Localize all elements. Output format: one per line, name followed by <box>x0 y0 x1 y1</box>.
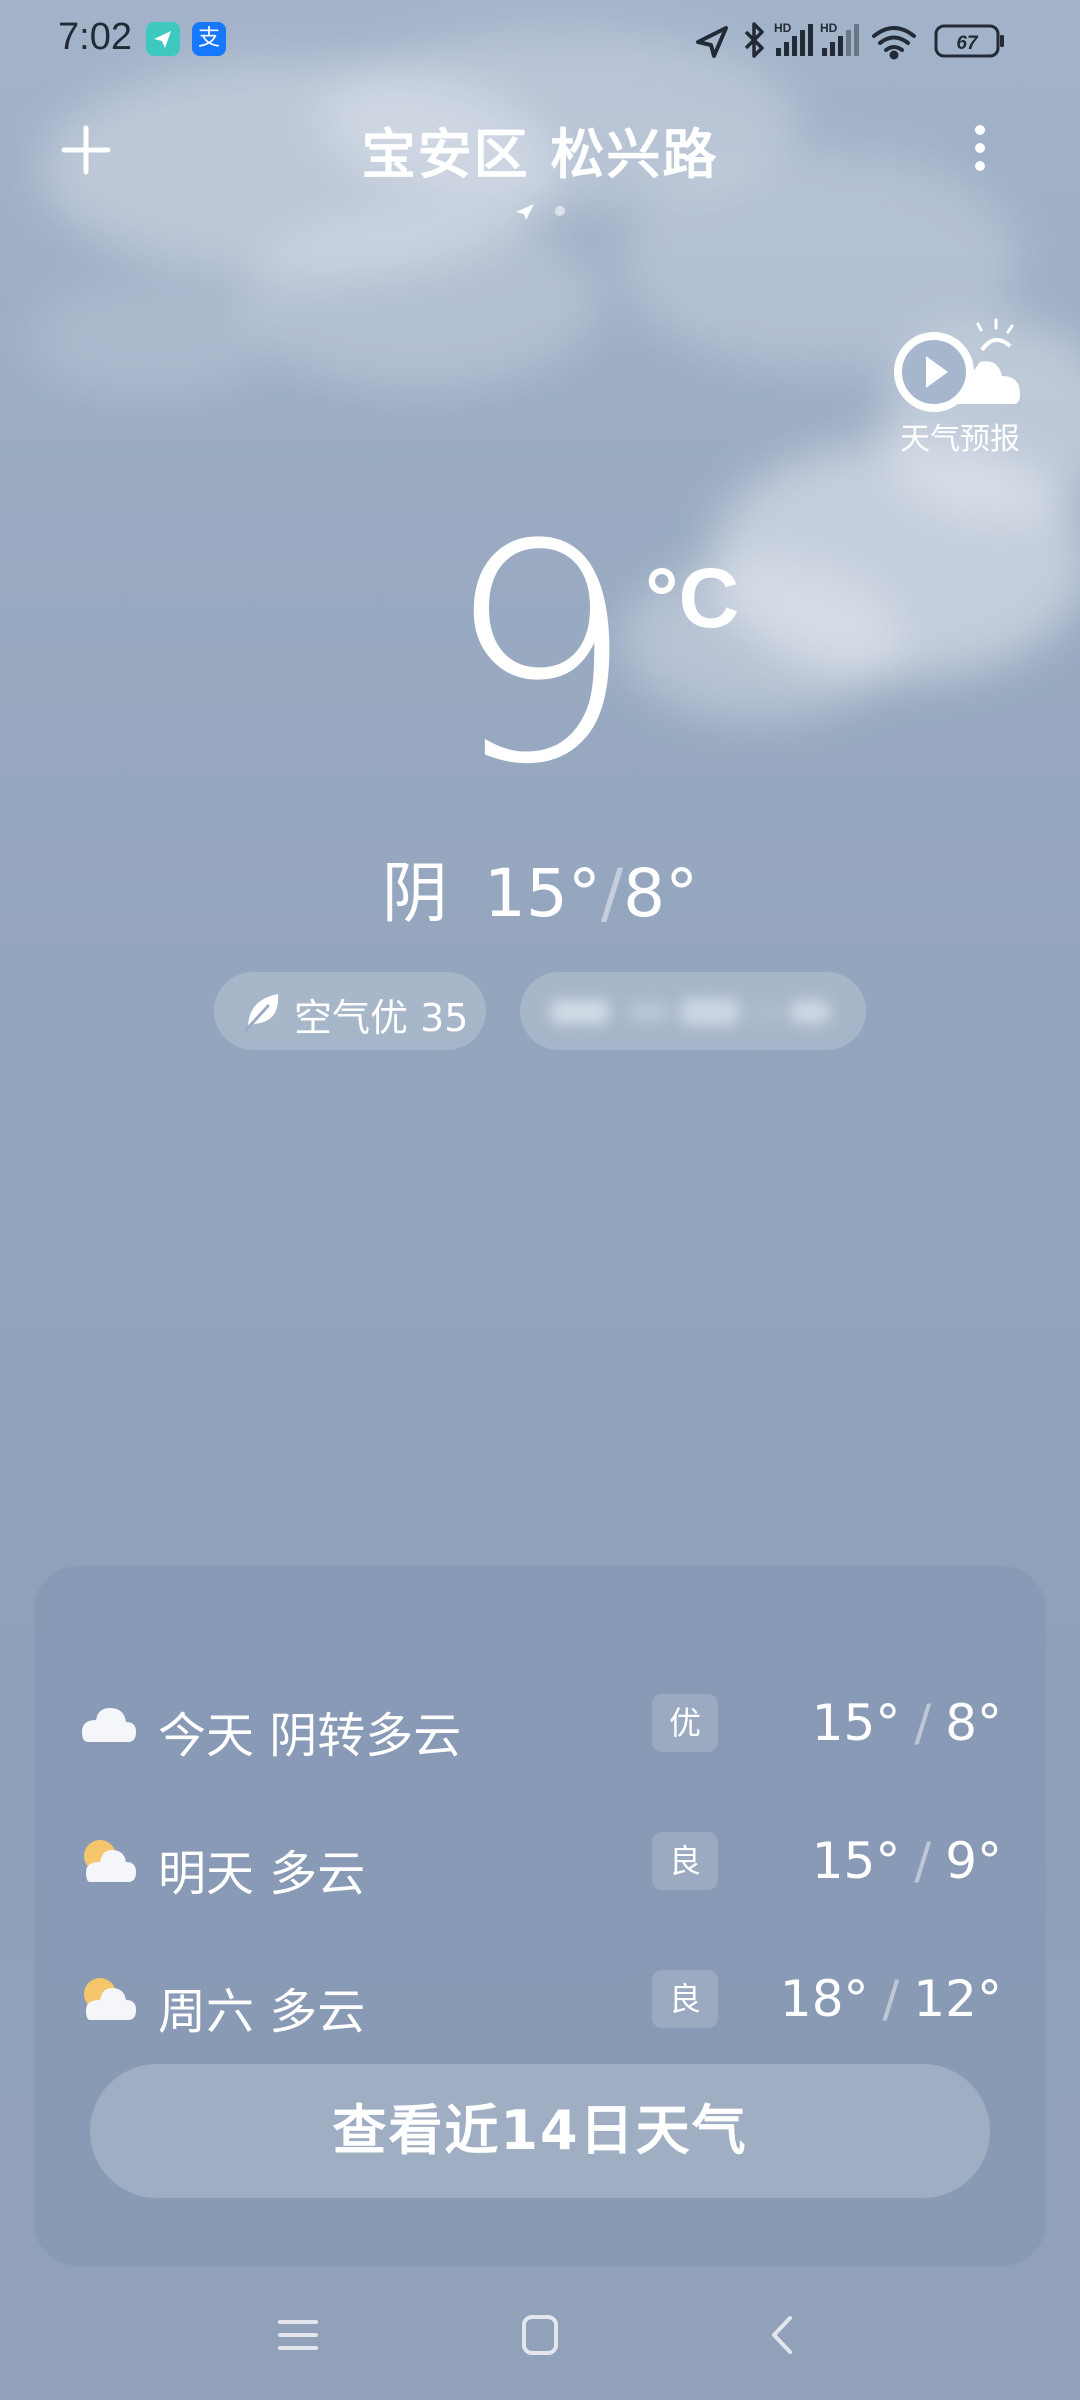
temp-separator: / <box>600 855 624 932</box>
temperature-unit: °C <box>645 551 740 645</box>
svg-text:67: 67 <box>956 33 979 54</box>
forecast-row-tomorrow[interactable]: 明天 多云 良 15°/9° <box>34 1812 1046 1912</box>
signal-icon-2: HD <box>820 21 859 56</box>
nav-home-button[interactable] <box>510 2310 570 2360</box>
cloudy-icon <box>82 1708 136 1742</box>
location-title[interactable]: 宝安区 松兴路 <box>0 110 1080 189</box>
forecast-card: 今天 阴转多云 优 15°/8° 明天 多云 良 15°/9° 周六 多云 良 … <box>34 1566 1046 2266</box>
status-bar: 7:02 支 HD HD 67 <box>0 0 1080 84</box>
navigation-bar <box>0 2290 1080 2380</box>
more-options-button[interactable] <box>962 118 998 178</box>
blurred-content <box>550 998 830 1026</box>
day-temps: 15°/9° <box>812 1832 1002 1890</box>
day-high: 15° <box>811 1694 901 1752</box>
page-dot <box>555 206 565 216</box>
today-low: 8° <box>623 855 699 932</box>
forecast-row-saturday[interactable]: 周六 多云 良 18°/12° <box>34 1950 1046 2050</box>
alipay-icon: 支 <box>192 22 226 56</box>
status-time: 7:02 <box>58 16 132 58</box>
weather-forecast-video-button[interactable]: 天气预报 <box>890 316 1030 457</box>
day-label: 周六 多云 <box>158 1984 366 2040</box>
air-quality-text: 空气优 35 <box>294 996 469 1040</box>
temp-slash: / <box>914 1694 932 1752</box>
partly-cloudy-icon <box>84 1840 136 1882</box>
day-low: 12° <box>913 1970 1002 2028</box>
play-cloud-icon <box>894 318 1020 412</box>
svg-text:HD: HD <box>820 21 838 35</box>
day-low: 9° <box>945 1832 1002 1890</box>
status-icons: HD HD 67 <box>690 18 1050 64</box>
current-location-dot-icon <box>516 204 534 220</box>
aqi-badge: 优 <box>652 1694 718 1752</box>
more-vertical-icon <box>975 125 985 171</box>
day-label: 今天 阴转多云 <box>158 1708 462 1764</box>
air-quality-chip[interactable]: 空气优 35 <box>214 972 486 1050</box>
day-label: 明天 多云 <box>158 1846 366 1902</box>
back-chevron-icon <box>772 2316 792 2354</box>
day-temps: 15°/8° <box>812 1694 1002 1752</box>
page-indicator <box>512 198 592 222</box>
temp-slash: / <box>914 1832 932 1890</box>
send-icon <box>146 22 180 56</box>
condition-text: 阴 <box>381 855 448 932</box>
wifi-icon <box>872 26 916 60</box>
temperature-value: 9 <box>444 481 636 830</box>
day-temps: 18°/12° <box>780 1970 1002 2028</box>
view-14-day-forecast-button[interactable]: 查看近14日天气 <box>90 2064 990 2198</box>
day-high: 18° <box>779 1970 869 2028</box>
header: 宝安区 松兴路 <box>0 100 1080 230</box>
bluetooth-icon <box>744 22 764 58</box>
menu-icon <box>278 2320 318 2350</box>
signal-icon-1: HD <box>774 21 813 56</box>
temp-slash: / <box>882 1970 900 2028</box>
today-high: 15° <box>483 855 601 932</box>
nav-menu-button[interactable] <box>268 2310 328 2360</box>
condition-summary: 阴 15°/8° <box>0 840 1080 936</box>
forecast-video-label: 天气预报 <box>900 422 1020 457</box>
partly-cloudy-icon <box>84 1978 136 2020</box>
day-high: 15° <box>811 1832 901 1890</box>
current-temperature: 9 °C <box>0 506 1080 820</box>
aqi-badge: 良 <box>652 1970 718 2028</box>
home-square-icon <box>522 2315 558 2355</box>
aqi-badge: 良 <box>652 1832 718 1890</box>
forecast-row-today[interactable]: 今天 阴转多云 优 15°/8° <box>34 1674 1046 1774</box>
svg-text:HD: HD <box>774 21 792 35</box>
nav-back-button[interactable] <box>752 2310 812 2360</box>
battery-icon: 67 <box>934 24 1004 58</box>
location-status-icon <box>696 26 728 58</box>
leaf-icon <box>244 994 279 1032</box>
blurred-info-chip[interactable] <box>520 972 866 1050</box>
day-low: 8° <box>945 1694 1002 1752</box>
